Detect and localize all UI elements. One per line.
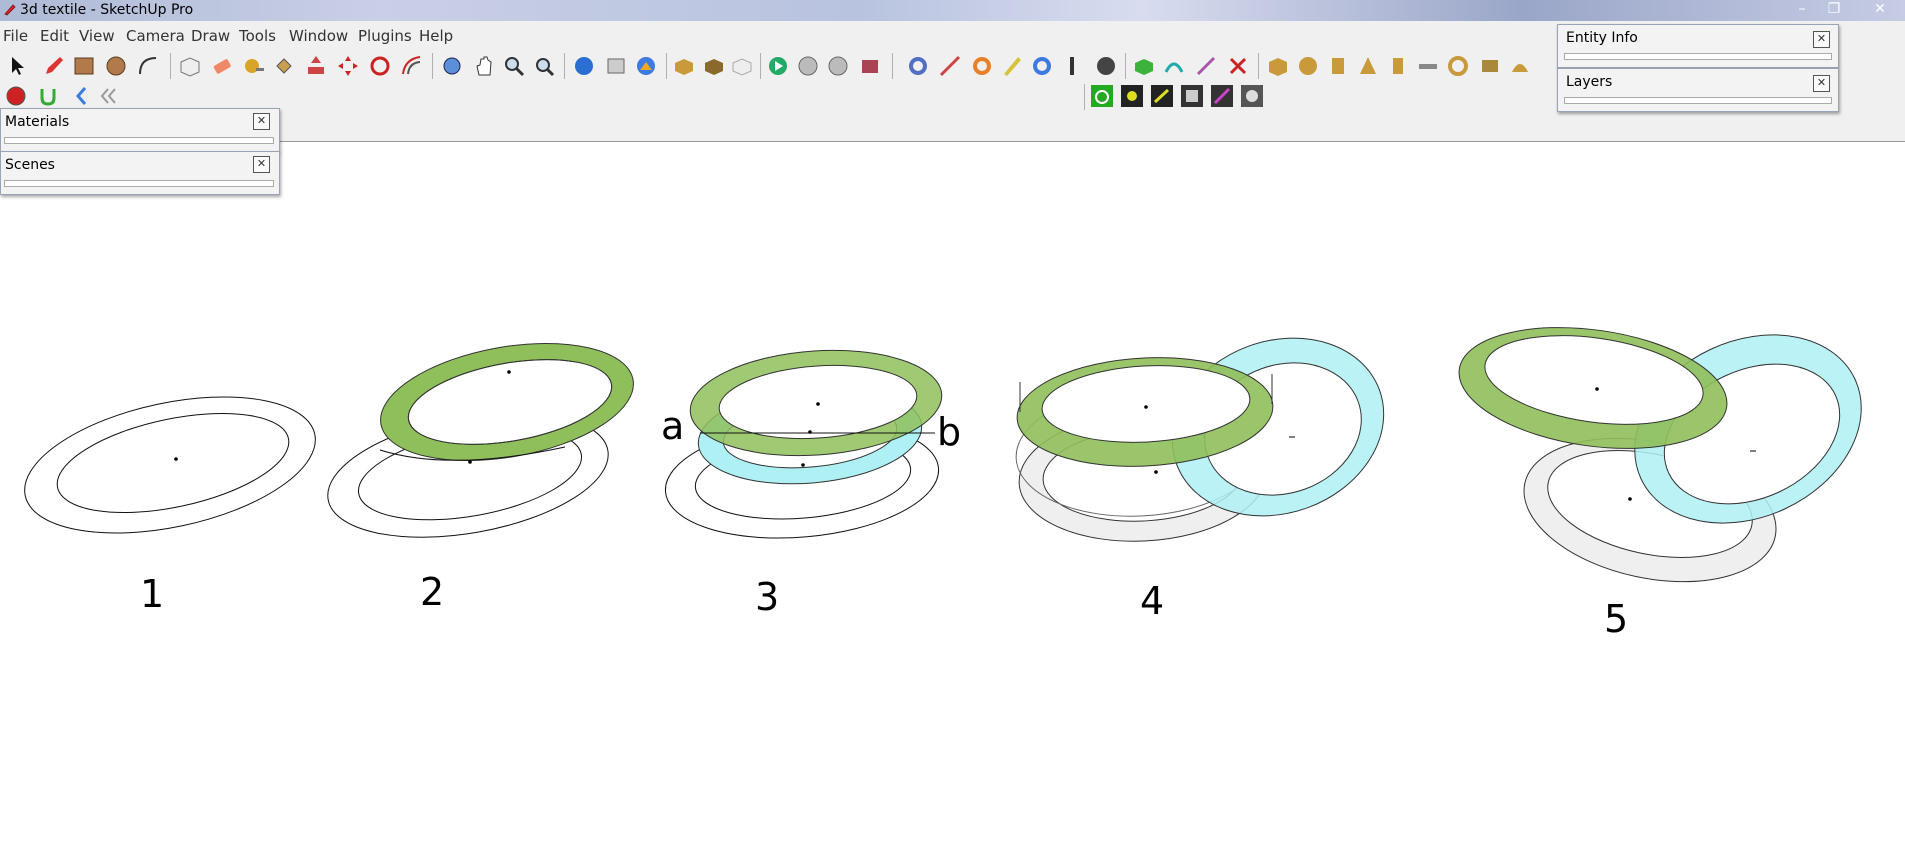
reload-icon[interactable] xyxy=(1030,54,1054,78)
wand-icon[interactable] xyxy=(1194,54,1218,78)
materials-panel-title: Materials xyxy=(5,114,70,130)
material-editor-icon[interactable] xyxy=(1210,84,1234,108)
step-label-2: 2 xyxy=(420,570,444,614)
ring-3: a b xyxy=(661,349,961,539)
close-icon[interactable]: ✕ xyxy=(1813,31,1830,48)
dynamic-component-icon[interactable] xyxy=(730,54,754,78)
get-models-icon[interactable] xyxy=(572,54,596,78)
entity-info-collapsed-bar[interactable] xyxy=(1564,53,1832,60)
tape-measure-icon[interactable] xyxy=(242,54,266,78)
circle-icon[interactable] xyxy=(104,54,128,78)
ring-1 xyxy=(24,396,316,534)
sphere-shape-icon[interactable] xyxy=(1296,54,1320,78)
box-shape-icon[interactable] xyxy=(1266,54,1290,78)
move-icon[interactable] xyxy=(336,54,360,78)
cone-shape-icon[interactable] xyxy=(1356,54,1380,78)
menu-plugins[interactable]: Plugins xyxy=(358,27,412,45)
component-icon[interactable] xyxy=(672,54,696,78)
sketchup-logo-icon xyxy=(4,4,16,16)
close-icon[interactable]: ✕ xyxy=(253,113,270,130)
warehouse-icon[interactable] xyxy=(634,54,658,78)
magnet-icon[interactable] xyxy=(36,84,60,108)
rotate-icon[interactable] xyxy=(368,54,392,78)
layers-panel[interactable]: Layers ✕ xyxy=(1557,68,1839,112)
layers-panel-title: Layers xyxy=(1566,74,1613,90)
chevron-left-icon[interactable] xyxy=(70,84,94,108)
cylinder-shape-icon[interactable] xyxy=(1326,54,1350,78)
pencil-icon[interactable] xyxy=(42,54,66,78)
menu-edit[interactable]: Edit xyxy=(40,27,69,45)
drawing-canvas[interactable]: a b 1 2 3 4 5 xyxy=(0,142,1905,865)
tube-shape-icon[interactable] xyxy=(1386,54,1410,78)
sun-icon[interactable] xyxy=(1120,84,1144,108)
make-component-icon[interactable] xyxy=(178,54,202,78)
menu-help[interactable]: Help xyxy=(419,27,453,45)
entity-info-panel-title: Entity Info xyxy=(1566,30,1638,46)
share-model-icon[interactable] xyxy=(604,54,628,78)
close-icon[interactable]: ✕ xyxy=(1813,75,1830,92)
gear-icon[interactable] xyxy=(1240,84,1264,108)
dome-shape-icon[interactable] xyxy=(1508,54,1532,78)
dark-circle-icon[interactable] xyxy=(1094,54,1118,78)
record-icon[interactable] xyxy=(4,84,28,108)
step-label-5: 5 xyxy=(1604,597,1628,641)
plate-shape-icon[interactable] xyxy=(1416,54,1440,78)
zoom-icon[interactable] xyxy=(502,54,526,78)
delete-icon[interactable] xyxy=(1226,54,1250,78)
ring-2 xyxy=(327,342,634,538)
orbit-icon[interactable] xyxy=(440,54,464,78)
menu-view[interactable]: View xyxy=(79,27,115,45)
menu-tools[interactable]: Tools xyxy=(239,27,276,45)
maximize-button[interactable]: ❐ xyxy=(1820,0,1848,20)
zoom-extents-icon[interactable] xyxy=(532,54,556,78)
offset-icon[interactable] xyxy=(400,54,424,78)
entity-info-panel[interactable]: Entity Info ✕ xyxy=(1557,24,1839,68)
pan-icon[interactable] xyxy=(472,54,496,78)
arc-icon[interactable] xyxy=(136,54,160,78)
minimize-button[interactable]: – xyxy=(1788,0,1816,20)
menu-window[interactable]: Window xyxy=(289,27,348,45)
ring-5 xyxy=(1458,327,1862,583)
components-icon[interactable] xyxy=(702,54,726,78)
power-icon[interactable] xyxy=(1090,84,1114,108)
line-icon[interactable] xyxy=(938,54,962,78)
select-icon[interactable] xyxy=(6,54,30,78)
play-icon[interactable] xyxy=(766,54,790,78)
circle-segment-icon[interactable] xyxy=(970,54,994,78)
step-label-1: 1 xyxy=(140,572,164,616)
window-title: 3d textile - SketchUp Pro xyxy=(20,2,194,18)
layers-collapsed-bar[interactable] xyxy=(1564,97,1832,104)
refresh-icon[interactable] xyxy=(906,54,930,78)
light-icon[interactable] xyxy=(1150,84,1174,108)
point-label-b: b xyxy=(937,410,961,454)
close-button[interactable]: ✕ xyxy=(1866,0,1894,20)
hand-icon[interactable] xyxy=(1060,54,1084,78)
ui-icon[interactable] xyxy=(826,54,850,78)
ring-4 xyxy=(1015,337,1385,542)
menu-file[interactable]: File xyxy=(3,27,28,45)
menu-camera[interactable]: Camera xyxy=(126,27,185,45)
green-box-icon[interactable] xyxy=(1132,54,1156,78)
torus-shape-icon[interactable] xyxy=(1446,54,1470,78)
rewind-icon[interactable] xyxy=(796,54,820,78)
paint-icon[interactable] xyxy=(272,54,296,78)
helix-shape-icon[interactable] xyxy=(1478,54,1502,78)
menu-draw[interactable]: Draw xyxy=(191,27,230,45)
pen-icon[interactable] xyxy=(1000,54,1024,78)
render-settings-icon[interactable] xyxy=(1180,84,1204,108)
erase-icon[interactable] xyxy=(210,54,234,78)
point-label-a: a xyxy=(661,404,684,448)
double-chevron-left-icon[interactable] xyxy=(96,84,120,108)
step-label-3: 3 xyxy=(755,575,779,619)
rectangle-icon[interactable] xyxy=(72,54,96,78)
plugin-box-icon[interactable] xyxy=(858,54,882,78)
curve-icon[interactable] xyxy=(1162,54,1186,78)
push-pull-icon[interactable] xyxy=(304,54,328,78)
step-label-4: 4 xyxy=(1140,579,1164,623)
title-bar: 3d textile - SketchUp Pro – ❐ ✕ xyxy=(0,0,1905,21)
